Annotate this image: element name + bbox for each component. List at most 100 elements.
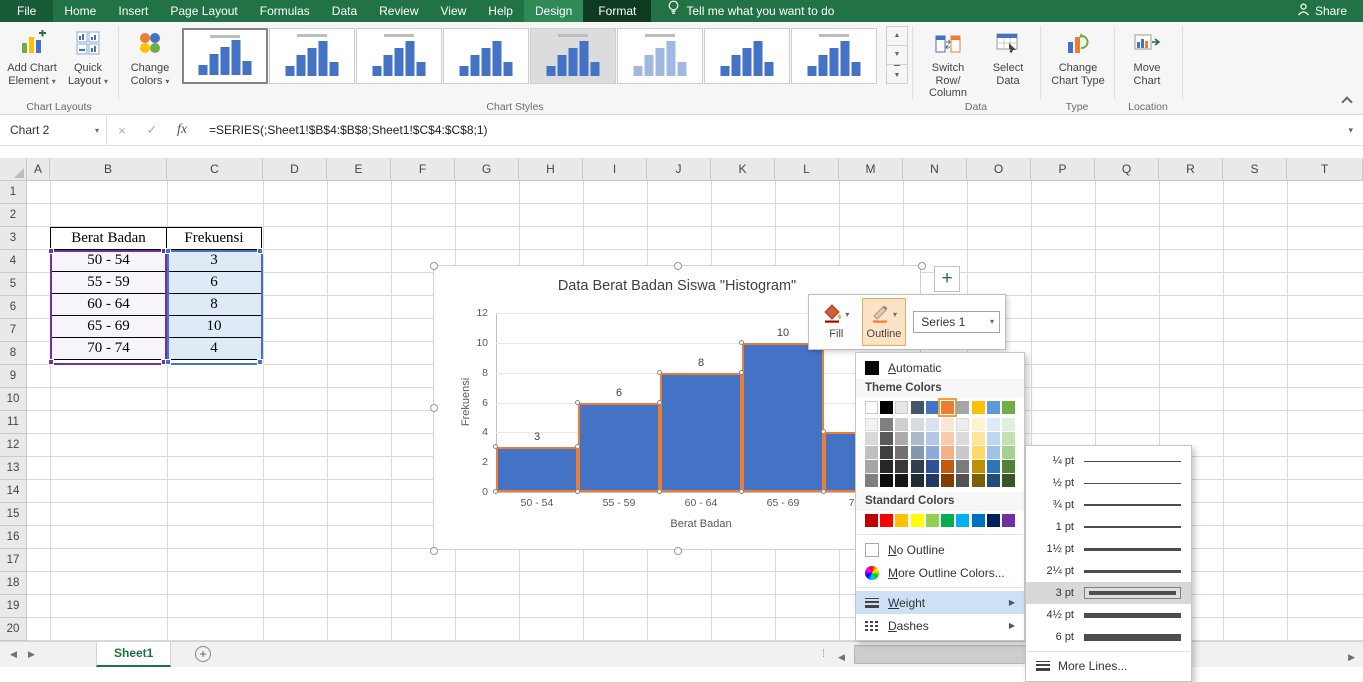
standard-color-swatch[interactable] [956,514,970,527]
scroll-left-icon[interactable]: ◀ [838,645,845,670]
standard-color-swatch[interactable] [986,514,1000,527]
sheet-nav-right-icon[interactable]: ▶ [28,642,35,667]
theme-color-variant-swatch[interactable] [895,446,909,459]
theme-color-variant-swatch[interactable] [880,446,894,459]
insert-function-icon[interactable]: fx [167,122,197,138]
theme-color-variant-swatch[interactable] [895,432,909,445]
weight-option-3-pt[interactable]: 3 pt [1026,582,1191,604]
theme-color-swatch[interactable] [925,401,939,414]
column-header-k[interactable]: K [711,158,775,181]
standard-color-swatch[interactable] [1001,514,1015,527]
row-header-1[interactable]: 1 [0,181,27,204]
tab-help[interactable]: Help [477,0,524,22]
sheet-tab-sheet1[interactable]: Sheet1 [96,642,172,667]
gallery-expand-button[interactable]: ▼ [886,64,908,84]
fill-button[interactable]: ▾ Fill [814,298,859,346]
theme-color-variant-swatch[interactable] [986,418,1000,431]
sheet-nav-left-icon[interactable]: ◀ [10,642,17,667]
menu-item-more-outline-colors[interactable]: More Outline Colors... [856,561,1024,584]
theme-color-variant-swatch[interactable] [971,418,985,431]
column-header-a[interactable]: A [27,158,50,181]
chart-style-thumbnail-1[interactable] [182,28,268,84]
menu-item-automatic[interactable]: Automatic [856,356,1024,379]
row-header-13[interactable]: 13 [0,457,27,480]
theme-color-variant-swatch[interactable] [986,446,1000,459]
theme-color-swatch[interactable] [1001,401,1015,414]
column-header-s[interactable]: S [1223,158,1287,181]
theme-color-variant-swatch[interactable] [880,418,894,431]
tab-review[interactable]: Review [368,0,429,22]
theme-color-variant-swatch[interactable] [941,460,955,473]
chart-selection-handle[interactable] [674,547,682,555]
weight-option-1½-pt[interactable]: 1½ pt [1026,538,1191,560]
weight-option-½-pt[interactable]: ½ pt [1026,472,1191,494]
share-button[interactable]: Share [1297,0,1363,22]
table-header-frekuensi[interactable]: Frekuensi [166,227,262,250]
theme-color-variant-swatch[interactable] [941,474,955,487]
chart-style-thumbnail-2[interactable] [269,28,355,84]
theme-color-variant-swatch[interactable] [880,432,894,445]
series-bar-55-59[interactable] [578,402,660,492]
column-header-r[interactable]: R [1159,158,1223,181]
tab-insert[interactable]: Insert [107,0,159,22]
weight-option-¼-pt[interactable]: ¼ pt [1026,450,1191,472]
series-bar-65-69[interactable] [742,342,824,492]
column-header-j[interactable]: J [647,158,711,181]
theme-color-swatch[interactable] [895,401,909,414]
menu-item-no-outline[interactable]: No Outline [856,538,1024,561]
chart-style-thumbnail-6[interactable] [617,28,703,84]
tab-formulas[interactable]: Formulas [249,0,321,22]
column-header-h[interactable]: H [519,158,583,181]
weight-option-1-pt[interactable]: 1 pt [1026,516,1191,538]
row-header-18[interactable]: 18 [0,572,27,595]
standard-color-swatch[interactable] [880,514,894,527]
column-header-m[interactable]: M [839,158,903,181]
theme-color-variant-swatch[interactable] [971,460,985,473]
gallery-scroll-down-button[interactable]: ▼ [886,45,908,65]
theme-color-variant-swatch[interactable] [956,432,970,445]
theme-color-swatch[interactable] [971,401,985,414]
standard-color-swatch[interactable] [895,514,909,527]
theme-color-variant-swatch[interactable] [986,474,1000,487]
chart-selection-handle[interactable] [430,262,438,270]
row-header-20[interactable]: 20 [0,618,27,641]
theme-color-variant-swatch[interactable] [1001,474,1015,487]
name-box[interactable]: Chart 2 ▾ [0,115,107,145]
theme-color-variant-swatch[interactable] [925,460,939,473]
weight-option-¾-pt[interactable]: ¾ pt [1026,494,1191,516]
chart-selection-handle[interactable] [430,547,438,555]
tab-file[interactable]: File [0,0,54,22]
tab-design[interactable]: Design [523,0,584,22]
theme-color-variant-swatch[interactable] [941,432,955,445]
row-header-17[interactable]: 17 [0,549,27,572]
theme-color-variant-swatch[interactable] [941,418,955,431]
column-header-e[interactable]: E [327,158,391,181]
theme-color-swatch[interactable] [910,401,924,414]
theme-color-variant-swatch[interactable] [880,460,894,473]
row-header-19[interactable]: 19 [0,595,27,618]
quick-layout-button[interactable]: Quick Layout ▾ [62,25,114,103]
chart-style-thumbnail-5[interactable] [530,28,616,84]
tab-data[interactable]: Data [321,0,368,22]
row-header-16[interactable]: 16 [0,526,27,549]
cell-berat-badan[interactable]: 55 - 59 [50,271,167,294]
row-header-5[interactable]: 5 [0,273,27,296]
theme-color-variant-swatch[interactable] [895,474,909,487]
cell-berat-badan[interactable]: 60 - 64 [50,293,167,316]
column-header-f[interactable]: F [391,158,455,181]
theme-color-swatch[interactable] [986,401,1000,414]
select-all-corner[interactable] [0,158,27,181]
cancel-icon[interactable]: × [107,123,137,138]
formula-input[interactable]: =SERIES(;Sheet1!$B$4:$B$8;Sheet1!$C$4:$C… [209,123,488,137]
theme-color-variant-swatch[interactable] [865,432,878,445]
row-header-3[interactable]: 3 [0,227,27,250]
tab-scroll-splitter[interactable]: ⁞ [822,642,825,667]
series-bar-50-54[interactable] [496,447,578,492]
expand-formula-bar-icon[interactable]: ▾ [1348,125,1363,136]
cell-frekuensi[interactable]: 4 [166,337,262,360]
theme-color-variant-swatch[interactable] [925,432,939,445]
chart-style-thumbnail-8[interactable] [791,28,877,84]
tab-format[interactable]: Format [583,0,652,22]
theme-color-variant-swatch[interactable] [925,474,939,487]
theme-color-swatch[interactable] [865,401,878,414]
